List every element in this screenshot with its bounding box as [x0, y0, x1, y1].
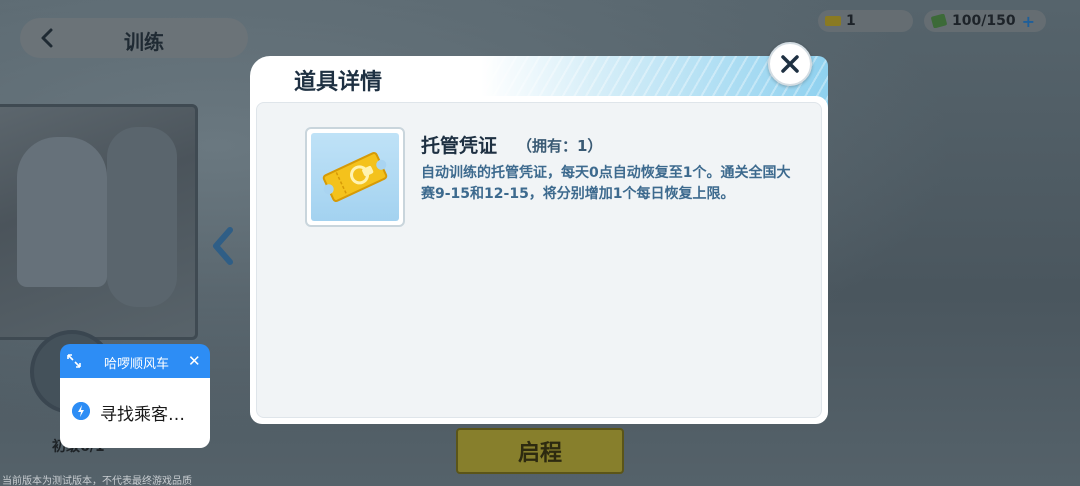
ticket-icon [825, 16, 841, 26]
disclaimer-text: 当前版本为测试版本，不代表最终游戏品质 [2, 476, 192, 486]
chevron-left-icon[interactable] [208, 226, 238, 266]
stamina-resource: 100/150 + [924, 10, 1046, 32]
start-button[interactable]: 启程 [456, 428, 624, 474]
modal-content-panel: 托管凭证 （拥有：1） 自动训练的托管凭证，每天0点自动恢复至1个。通关全国大赛… [256, 102, 822, 418]
modal-body: 托管凭证 （拥有：1） 自动训练的托管凭证，每天0点自动恢复至1个。通关全国大赛… [250, 96, 828, 424]
modal-title: 道具详情 [294, 70, 383, 95]
item-detail-modal: 道具详情 托管凭证 （拥有：1） 自动训练的托管凭证，每天0点自动恢复至1个。通… [250, 42, 828, 424]
stamina-icon [931, 14, 947, 28]
add-stamina-button[interactable]: + [1022, 12, 1035, 31]
item-name: 托管凭证 [421, 135, 498, 157]
widget-close-icon[interactable]: ✕ [188, 352, 201, 370]
character-card-art[interactable] [0, 104, 198, 340]
stamina-value: 100/150 [952, 13, 1016, 29]
item-description: 自动训练的托管凭证，每天0点自动恢复至1个。通关全国大赛9-15和12-15，将… [421, 165, 791, 202]
item-owned-count: （拥有：1） [517, 137, 603, 155]
expand-icon[interactable] [66, 353, 82, 369]
widget-title: 哈啰顺风车 [104, 357, 170, 372]
item-icon-background [311, 133, 399, 221]
ticket-resource: 1 [818, 10, 913, 32]
lightning-icon [72, 402, 90, 420]
page-title: 训练 [124, 30, 164, 54]
chevron-left-icon[interactable] [36, 26, 60, 50]
widget-body: 寻找乘客… [60, 378, 210, 448]
floating-widget[interactable]: 哈啰顺风车 ✕ 寻找乘客… [60, 344, 210, 448]
close-icon [781, 55, 799, 73]
widget-header: 哈啰顺风车 ✕ [60, 344, 210, 378]
card-figure [107, 127, 177, 307]
widget-status: 寻找乘客… [100, 405, 185, 425]
item-icon-frame [305, 127, 405, 227]
card-figure [17, 137, 107, 287]
back-bar[interactable]: 训练 [20, 18, 248, 58]
ticket-count: 1 [846, 13, 856, 29]
close-button[interactable] [768, 42, 812, 86]
golden-ticket-icon [322, 152, 388, 202]
